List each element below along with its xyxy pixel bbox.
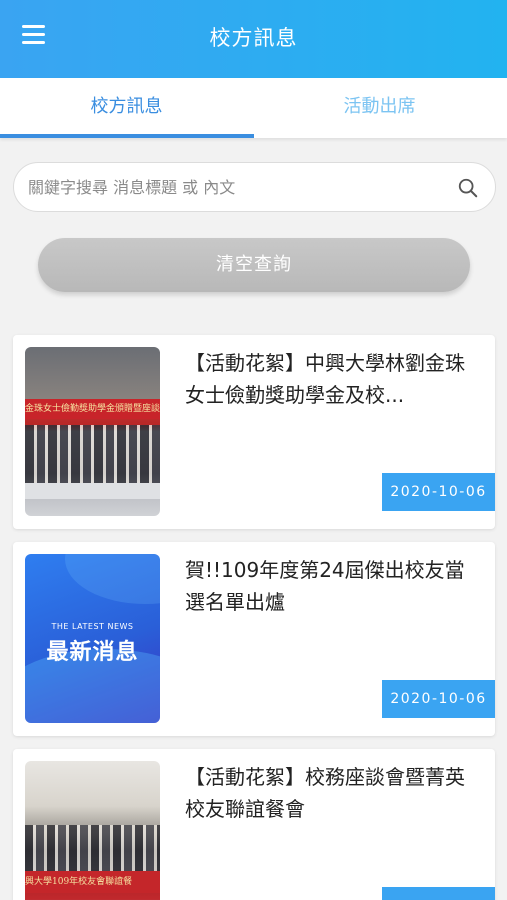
date-badge: 2020-10-06 xyxy=(382,473,495,511)
thumbnail-heading: 最新消息 xyxy=(46,640,139,665)
news-card[interactable]: 金珠女士儉勤獎助學金頒贈暨座談 【活動花絮】中興大學林劉金珠女士儉勤獎助學金及校… xyxy=(13,335,495,529)
thumbnail-caption: THE LATEST NEWS xyxy=(51,622,134,631)
news-title: 【活動花絮】校務座談會暨菁英校友聯誼餐會 xyxy=(185,765,465,821)
news-thumbnail: THE LATEST NEWS 最新消息 xyxy=(25,554,160,723)
news-title: 賀!!109年度第24屆傑出校友當選名單出爐 xyxy=(185,558,465,614)
search-icon[interactable] xyxy=(457,177,479,199)
news-card[interactable]: THE LATEST NEWS 最新消息 賀!!109年度第24屆傑出校友當選名… xyxy=(13,542,495,736)
app-bar: 校方訊息 xyxy=(0,0,507,78)
news-title: 【活動花絮】中興大學林劉金珠女士儉勤獎助學金及校... xyxy=(185,351,465,407)
thumbnail-banner-text: 金珠女士儉勤獎助學金頒贈暨座談 xyxy=(25,399,160,419)
tab-bar: 校方訊息 活動出席 xyxy=(0,78,507,138)
news-card[interactable]: 興大學109年校友會聯誼餐 【活動花絮】校務座談會暨菁英校友聯誼餐會 xyxy=(13,749,495,900)
date-badge xyxy=(382,887,495,900)
active-tab-indicator xyxy=(0,134,254,138)
page-title: 校方訊息 xyxy=(209,26,298,50)
news-thumbnail: 金珠女士儉勤獎助學金頒贈暨座談 xyxy=(25,347,160,516)
thumbnail-banner-text: 興大學109年校友會聯誼餐 xyxy=(25,871,160,893)
search-box xyxy=(13,162,496,212)
clear-query-button[interactable]: 清空查詢 xyxy=(38,238,470,292)
date-badge: 2020-10-06 xyxy=(382,680,495,718)
news-thumbnail: 興大學109年校友會聯誼餐 xyxy=(25,761,160,900)
tab-school-news[interactable]: 校方訊息 xyxy=(0,78,253,138)
search-input[interactable] xyxy=(28,163,458,211)
tab-event-attendance[interactable]: 活動出席 xyxy=(253,78,506,138)
